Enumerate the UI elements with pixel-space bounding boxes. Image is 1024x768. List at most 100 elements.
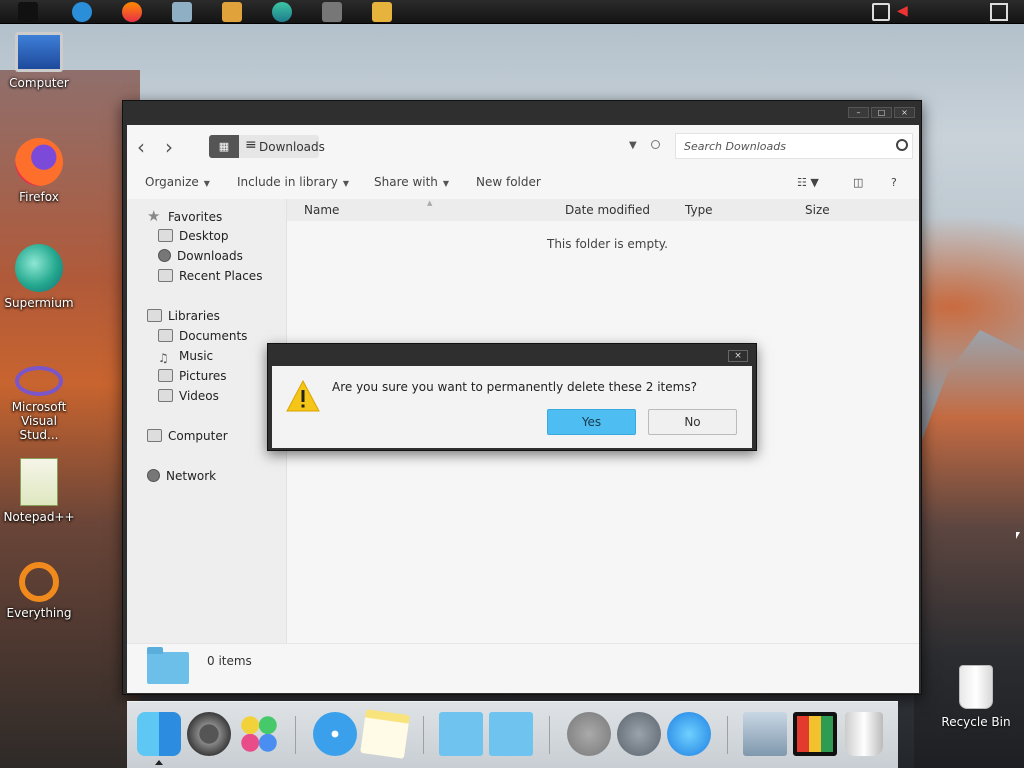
sidebar-item-documents[interactable]: Documents	[158, 327, 247, 345]
desktop-icon-everything[interactable]: Everything	[0, 562, 78, 620]
ie-icon[interactable]	[72, 2, 92, 22]
sidebar-item-downloads[interactable]: Downloads	[158, 247, 243, 265]
sidebar-item-videos[interactable]: Videos	[158, 387, 219, 405]
list-view-icon[interactable]: ≡	[245, 137, 257, 153]
desktop-icon-label: Notepad++	[3, 510, 75, 524]
game-center-icon[interactable]	[237, 712, 281, 756]
launchpad-icon[interactable]	[617, 712, 661, 756]
desktop-icon	[158, 229, 173, 242]
forward-arrow-icon[interactable]: ›	[165, 137, 185, 157]
desktop-icon-visual-studio[interactable]: Microsoft Visual Stud...	[0, 358, 78, 442]
desktop-icon-supermium[interactable]: Supermium	[0, 244, 78, 310]
desktop-icon-firefox[interactable]: Firefox	[0, 138, 78, 204]
address-dropdown-icon[interactable]: ▼	[629, 140, 637, 151]
dialog-close-button[interactable]: ×	[728, 350, 748, 362]
refresh-icon[interactable]	[651, 140, 660, 149]
supermium-icon	[15, 244, 63, 292]
applications-folder-icon[interactable]	[489, 712, 533, 756]
photo-booth-icon[interactable]	[793, 712, 837, 756]
sidebar-item-label: Libraries	[168, 309, 220, 323]
trash-icon[interactable]	[845, 712, 883, 756]
search-icon[interactable]	[896, 139, 908, 151]
safari-icon[interactable]	[313, 712, 357, 756]
visual-studio-icon	[15, 366, 63, 396]
dock	[127, 701, 898, 768]
navigation-bar: ‹ › ▦ ≡ Downloads ▼ Search Downloads	[127, 125, 919, 169]
downloads-icon	[158, 249, 171, 262]
sidebar-item-network[interactable]: Network	[147, 467, 216, 485]
maximize-button[interactable]: □	[871, 107, 892, 118]
no-button[interactable]: No	[648, 409, 737, 435]
sidebar-item-label: Music	[179, 349, 214, 363]
sidebar-item-music[interactable]: ♫ Music	[158, 347, 213, 365]
notepadpp-icon	[20, 458, 58, 506]
media-player-icon[interactable]	[222, 2, 242, 22]
view-options-icon[interactable]: ☷ ▼	[797, 176, 819, 189]
breadcrumb[interactable]: Downloads	[259, 140, 325, 154]
close-button[interactable]: ×	[894, 107, 915, 118]
mouse-cursor	[1016, 532, 1020, 539]
desktop-icon-label: Computer	[9, 76, 69, 90]
dock-separator	[727, 716, 728, 754]
column-size[interactable]: Size	[805, 203, 830, 217]
back-arrow-icon[interactable]: ‹	[137, 137, 157, 157]
chevron-down-icon: ▼	[203, 179, 210, 188]
warning-icon	[286, 380, 320, 412]
start-icon[interactable]	[18, 2, 38, 22]
preview-pane-icon[interactable]: ◫	[853, 176, 863, 189]
desktop-icon-computer[interactable]: Computer	[0, 32, 78, 90]
column-headers: Name Date modified Type Size	[287, 199, 919, 221]
sidebar-item-favorites[interactable]: ★ Favorites	[147, 207, 222, 225]
yes-button[interactable]: Yes	[547, 409, 636, 435]
desktop-icon-label: Supermium	[4, 296, 74, 310]
explorer-icon[interactable]	[172, 2, 192, 22]
preview-icon[interactable]	[743, 712, 787, 756]
search-placeholder: Search Downloads	[684, 140, 786, 153]
volume-muted-icon[interactable]: ◀	[897, 3, 915, 21]
sidebar-item-computer[interactable]: Computer	[147, 427, 228, 445]
column-type[interactable]: Type	[685, 203, 713, 217]
notes-icon[interactable]	[360, 709, 410, 759]
running-indicator	[155, 760, 163, 765]
sidebar-item-recent-places[interactable]: Recent Places	[158, 267, 262, 285]
finder-icon[interactable]	[137, 712, 181, 756]
pictures-icon	[158, 369, 173, 382]
sidebar-item-label: Videos	[179, 389, 219, 403]
camera-icon[interactable]	[322, 2, 342, 22]
power-icon[interactable]	[567, 712, 611, 756]
share-with-button[interactable]: Share with ▼	[374, 175, 449, 189]
sidebar-item-pictures[interactable]: Pictures	[158, 367, 227, 385]
sidebar-item-desktop[interactable]: Desktop	[158, 227, 229, 245]
music-icon: ♫	[158, 351, 169, 365]
new-folder-button[interactable]: New folder	[476, 175, 541, 189]
desktop-icon-notepadpp[interactable]: Notepad++	[0, 458, 78, 524]
desktop-icon-label: Firefox	[19, 190, 59, 204]
column-name[interactable]: Name	[304, 203, 339, 217]
sidebar-item-libraries[interactable]: Libraries	[147, 307, 220, 325]
desktop-icon-recycle-bin[interactable]: Recycle Bin	[938, 665, 1014, 729]
dock-separator	[423, 716, 424, 754]
column-date-modified[interactable]: Date modified	[565, 203, 650, 217]
firefox-icon[interactable]	[122, 2, 142, 22]
system-preferences-icon[interactable]	[187, 712, 231, 756]
notification-icon[interactable]	[990, 3, 1008, 21]
include-in-library-button[interactable]: Include in library ▼	[237, 175, 349, 189]
help-icon[interactable]: ?	[891, 176, 897, 189]
sidebar-item-label: Desktop	[179, 229, 229, 243]
grid-view-icon[interactable]: ▦	[209, 135, 239, 158]
supermium-icon[interactable]	[272, 2, 292, 22]
sidebar-item-label: Pictures	[179, 369, 227, 383]
sidebar-item-label: Documents	[179, 329, 248, 343]
display-icon[interactable]	[872, 3, 890, 21]
delete-confirmation-dialog: × Are you sure you want to permanently d…	[267, 343, 757, 451]
folder-app-icon[interactable]	[372, 2, 392, 22]
organize-button[interactable]: Organize ▼	[145, 175, 210, 189]
documents-folder-icon[interactable]	[439, 712, 483, 756]
app-store-icon[interactable]	[667, 712, 711, 756]
search-input[interactable]: Search Downloads	[675, 133, 913, 159]
videos-icon	[158, 389, 173, 402]
sidebar-item-label: Downloads	[177, 249, 243, 263]
sidebar-item-label: Network	[166, 469, 217, 483]
minimize-button[interactable]: –	[848, 107, 869, 118]
dock-separator	[549, 716, 550, 754]
